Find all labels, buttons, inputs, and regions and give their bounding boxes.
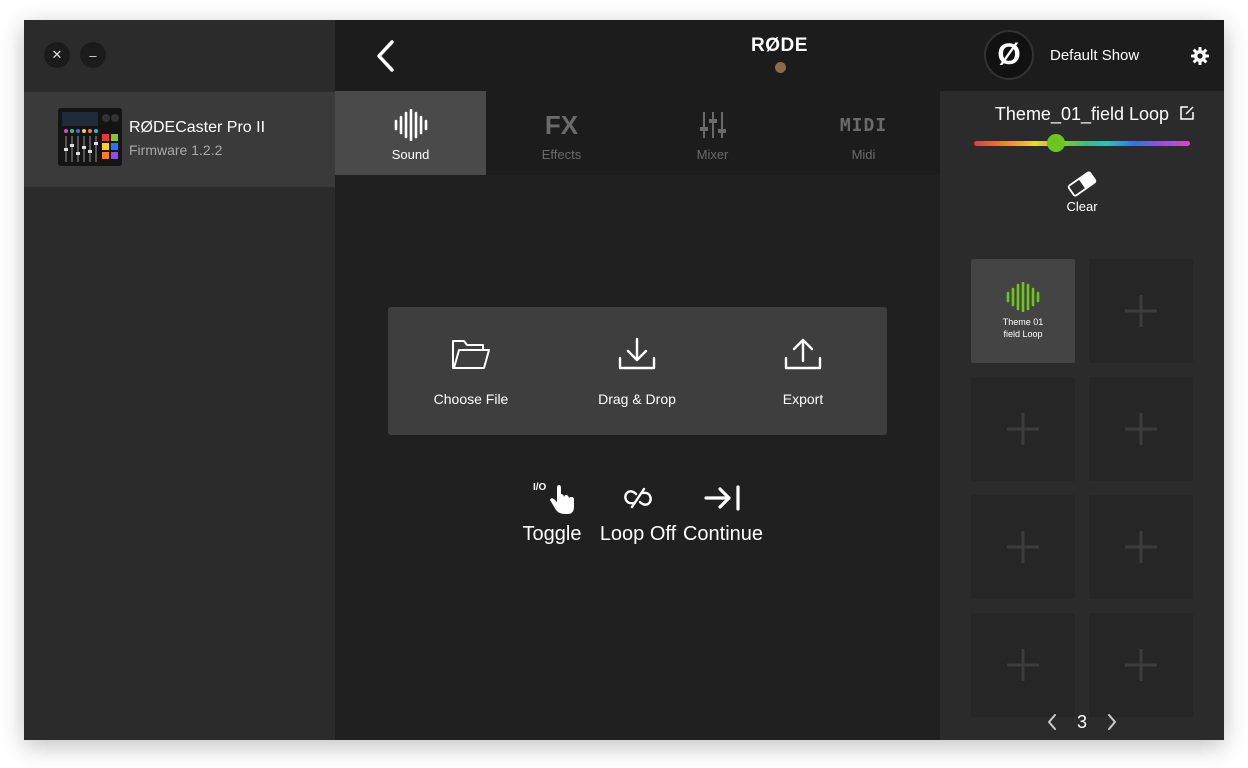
edit-icon: [1180, 106, 1194, 120]
mixer-icon: [699, 112, 726, 138]
app-window: ✕ – RØDECaster Pro II Firmware 1.2.2 RØD…: [24, 20, 1224, 740]
rename-button[interactable]: [1179, 105, 1195, 121]
pad-2[interactable]: [1089, 259, 1193, 363]
status-dot: [775, 62, 786, 73]
midi-icon: MIDI: [839, 114, 888, 136]
page-number: 3: [1076, 712, 1087, 732]
tab-label: Mixer: [696, 147, 729, 162]
loop-off-mode-button[interactable]: Loop Off: [595, 478, 681, 550]
plus-icon: [1125, 413, 1157, 445]
previous-page-button[interactable]: [1044, 712, 1060, 732]
eraser-icon: [1067, 171, 1097, 197]
folder-icon: [452, 340, 490, 369]
pad-pager: 3: [940, 710, 1224, 734]
fx-icon: FX: [544, 109, 579, 140]
pad-3[interactable]: [971, 377, 1075, 481]
action-label: Export: [782, 391, 824, 407]
top-bar: RØDE Ø Default Show: [335, 20, 1224, 91]
device-name: RØDECaster Pro II: [129, 119, 266, 136]
device-thumbnail: [58, 108, 122, 166]
tab-bar: Sound FX Effects Mixer MIDI Midi: [335, 91, 940, 175]
continue-mode-button[interactable]: Continue: [680, 478, 766, 550]
pad-5[interactable]: [971, 495, 1075, 599]
plus-icon: [1007, 531, 1039, 563]
io-badge: I/O: [533, 482, 547, 493]
pad-1[interactable]: Theme 01 field Loop: [971, 259, 1075, 363]
pad-6[interactable]: [1089, 495, 1193, 599]
chevron-left-icon: [1048, 714, 1056, 730]
color-slider[interactable]: [974, 134, 1190, 152]
minimize-button[interactable]: –: [80, 42, 106, 68]
clear-button[interactable]: Clear: [1058, 170, 1106, 218]
minimize-icon: –: [89, 47, 97, 63]
sidebar: ✕ – RØDECaster Pro II Firmware 1.2.2: [24, 20, 335, 740]
show-avatar[interactable]: Ø: [984, 30, 1034, 80]
export-button[interactable]: Export: [720, 307, 886, 435]
waveform-icon: [394, 109, 427, 141]
next-page-button[interactable]: [1104, 712, 1120, 732]
sound-actions-card: Choose File Drag & Drop Export: [388, 307, 887, 435]
close-icon: ✕: [51, 47, 63, 62]
choose-file-button[interactable]: Choose File: [388, 307, 554, 435]
download-icon: [618, 337, 656, 370]
drag-drop-button[interactable]: Drag & Drop: [554, 307, 720, 435]
pad-label: Theme 01 field Loop: [1002, 317, 1044, 339]
plus-icon: [1007, 413, 1039, 445]
tab-effects[interactable]: FX Effects: [486, 91, 637, 175]
action-label: Choose File: [433, 391, 509, 407]
plus-icon: [1125, 531, 1157, 563]
pad-7[interactable]: [971, 613, 1075, 717]
chevron-right-icon: [1108, 714, 1116, 730]
tab-sound[interactable]: Sound: [335, 91, 486, 175]
tab-label: Effects: [541, 147, 582, 162]
clear-label: Clear: [1066, 199, 1098, 214]
action-label: Drag & Drop: [598, 391, 676, 407]
plus-icon: [1125, 649, 1157, 681]
settings-button[interactable]: [1190, 46, 1210, 66]
pad-8[interactable]: [1089, 613, 1193, 717]
toggle-mode-button[interactable]: I/O Toggle: [509, 478, 595, 550]
plus-icon: [1007, 649, 1039, 681]
tab-midi[interactable]: MIDI Midi: [788, 91, 939, 175]
color-slider-handle[interactable]: [1047, 134, 1066, 152]
mode-label: Continue: [682, 523, 764, 545]
show-name[interactable]: Default Show: [1050, 47, 1139, 64]
tab-mixer[interactable]: Mixer: [637, 91, 788, 175]
tab-label: Midi: [851, 147, 876, 162]
pad-4[interactable]: [1089, 377, 1193, 481]
continue-icon: [704, 485, 740, 511]
close-button[interactable]: ✕: [44, 42, 70, 68]
loop-off-icon: [624, 487, 652, 509]
pad-panel: Theme_01_field Loop Clear Theme 01 field…: [940, 91, 1224, 740]
gear-icon: [1191, 47, 1209, 65]
tab-label: Sound: [391, 147, 430, 162]
upload-icon: [784, 338, 822, 370]
device-firmware: Firmware 1.2.2: [129, 142, 223, 158]
plus-icon: [1125, 295, 1157, 327]
waveform-icon: [1006, 282, 1040, 312]
device-item[interactable]: RØDECaster Pro II Firmware 1.2.2: [24, 92, 335, 187]
